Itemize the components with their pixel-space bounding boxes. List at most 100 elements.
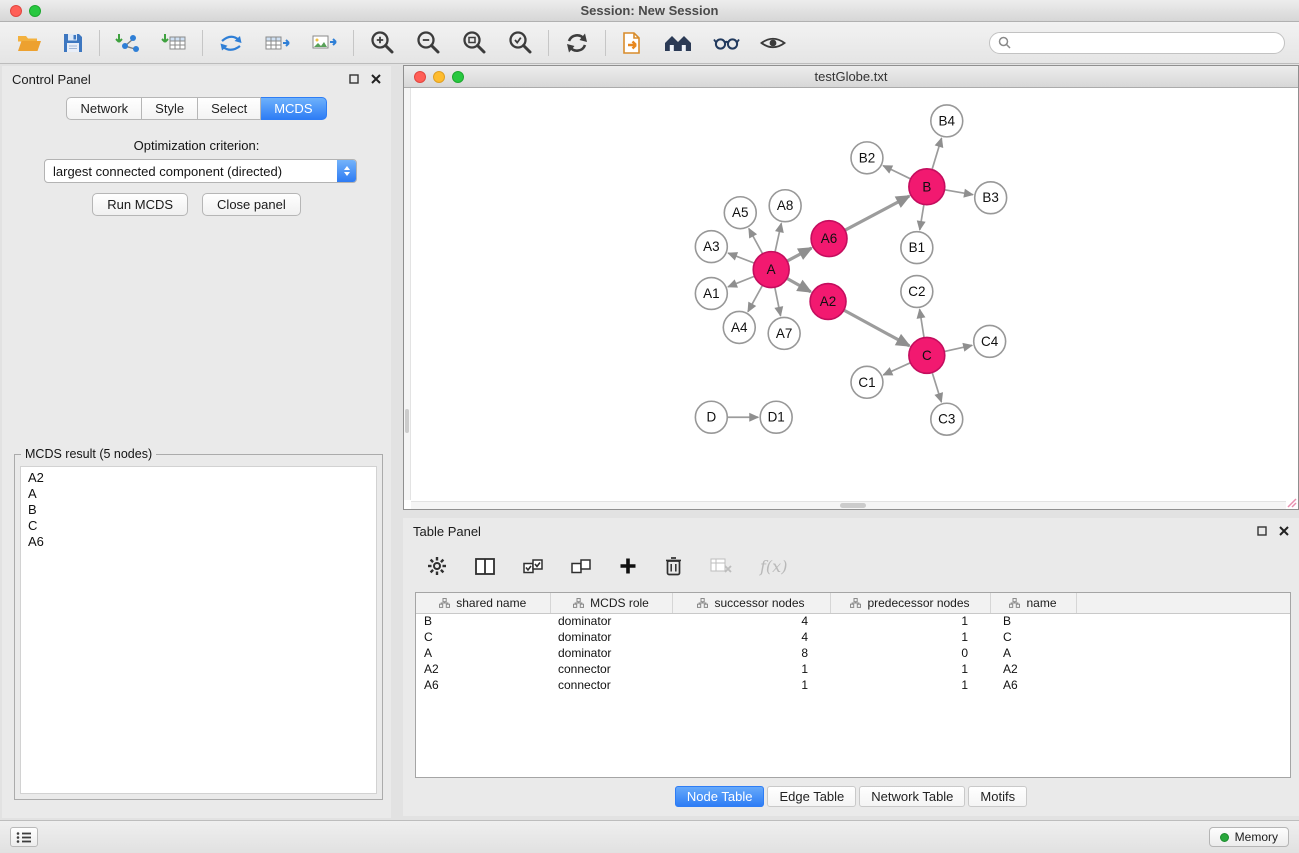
table-cell[interactable]: dominator (550, 645, 672, 661)
graph-edge-C-C2[interactable] (920, 309, 925, 339)
table-cell[interactable]: 1 (672, 677, 830, 693)
zoom-selected-button[interactable] (505, 28, 535, 58)
table-cell[interactable]: 4 (672, 613, 830, 629)
column-header-MCDS-role[interactable]: MCDS role (550, 593, 672, 613)
graph-node-A2[interactable]: A2 (810, 284, 846, 320)
graph-edge-A6-B[interactable] (843, 196, 909, 231)
graph-edge-A-A4[interactable] (748, 284, 764, 312)
table-cell[interactable]: A (990, 645, 1076, 661)
graph-edge-B-B3[interactable] (943, 189, 973, 194)
table-cell[interactable]: dominator (550, 613, 672, 629)
table-cell[interactable]: 1 (830, 677, 990, 693)
graph-node-B3[interactable]: B3 (975, 182, 1007, 214)
column-header-name[interactable]: name (990, 593, 1076, 613)
tab-select[interactable]: Select (198, 97, 261, 120)
add-column-button[interactable] (617, 555, 639, 577)
table-cell[interactable]: dominator (550, 629, 672, 645)
zoom-fit-button[interactable] (459, 28, 489, 58)
graph-node-A4[interactable]: A4 (723, 311, 755, 343)
mcds-result-item[interactable]: B (21, 502, 376, 518)
graph-node-D1[interactable]: D1 (760, 401, 792, 433)
close-window-icon[interactable] (10, 5, 22, 17)
mcds-result-item[interactable]: A2 (21, 470, 376, 486)
tab-edge-table[interactable]: Edge Table (767, 786, 856, 807)
zoom-in-button[interactable] (367, 28, 397, 58)
graph-node-A5[interactable]: A5 (724, 197, 756, 229)
tab-motifs[interactable]: Motifs (968, 786, 1027, 807)
mcds-result-item[interactable]: A (21, 486, 376, 502)
task-history-button[interactable] (10, 827, 38, 847)
mcds-result-item[interactable]: C (21, 518, 376, 534)
graph-node-A1[interactable]: A1 (695, 278, 727, 310)
deselect-all-button[interactable] (569, 556, 593, 577)
graph-node-C3[interactable]: C3 (931, 403, 963, 435)
table-cell[interactable]: A2 (990, 661, 1076, 677)
table-cell[interactable]: C (416, 629, 550, 645)
graphics-details-button[interactable] (711, 31, 742, 55)
table-settings-button[interactable] (425, 554, 449, 578)
table-cell[interactable]: connector (550, 661, 672, 677)
graph-node-C4[interactable]: C4 (974, 325, 1006, 357)
column-header-shared-name[interactable]: shared name (416, 593, 550, 613)
network-canvas[interactable]: B4B2BB3A8A5A6A3B1AC2A1A2A4A7C4CC1C3DD1 (404, 88, 1298, 509)
delete-table-button[interactable] (708, 556, 734, 576)
export-table-button[interactable] (262, 29, 293, 57)
graph-edge-A-A5[interactable] (749, 228, 764, 255)
graph-edge-C-C4[interactable] (942, 345, 972, 352)
import-table-button[interactable] (159, 29, 189, 57)
table-row[interactable]: Bdominator41B (416, 613, 1290, 629)
close-panel-icon[interactable] (371, 74, 381, 84)
tab-network[interactable]: Network (66, 97, 142, 120)
table-cell[interactable]: 1 (830, 613, 990, 629)
run-mcds-button[interactable]: Run MCDS (92, 193, 188, 216)
export-image-button[interactable] (309, 29, 340, 57)
table-row[interactable]: Cdominator41C (416, 629, 1290, 645)
graph-edge-A-A6[interactable] (785, 248, 811, 262)
table-cell[interactable]: B (416, 613, 550, 629)
zoom-window-icon[interactable] (29, 5, 41, 17)
new-network-button[interactable] (216, 29, 246, 57)
table-cell[interactable]: 1 (830, 661, 990, 677)
graph-node-A8[interactable]: A8 (769, 190, 801, 222)
graph-node-A7[interactable]: A7 (768, 317, 800, 349)
graph-edge-C-C1[interactable] (883, 362, 912, 375)
table-cell[interactable]: connector (550, 677, 672, 693)
import-network-button[interactable] (113, 29, 143, 57)
float-panel-icon[interactable] (1257, 526, 1267, 536)
table-row[interactable]: Adominator80A (416, 645, 1290, 661)
graph-node-D[interactable]: D (695, 401, 727, 433)
close-network-window-icon[interactable] (414, 71, 426, 83)
graph-edge-A-A3[interactable] (728, 253, 756, 264)
network-graph[interactable]: B4B2BB3A8A5A6A3B1AC2A1A2A4A7C4CC1C3DD1 (404, 88, 1298, 509)
table-cell[interactable]: 1 (830, 629, 990, 645)
graph-edge-A-A2[interactable] (785, 277, 811, 291)
open-in-browser-button[interactable] (619, 29, 645, 57)
graph-edge-A-A8[interactable] (775, 223, 782, 254)
table-cell[interactable]: 0 (830, 645, 990, 661)
tab-mcds[interactable]: MCDS (261, 97, 326, 120)
delete-column-button[interactable] (663, 554, 684, 578)
graph-node-B4[interactable]: B4 (931, 105, 963, 137)
column-header-predecessor-nodes[interactable]: predecessor nodes (830, 593, 990, 613)
show-columns-button[interactable] (473, 556, 497, 577)
graph-node-C2[interactable]: C2 (901, 276, 933, 308)
canvas-vertical-scrollbar[interactable] (404, 88, 411, 500)
tab-node-table[interactable]: Node Table (675, 786, 765, 807)
float-panel-icon[interactable] (349, 74, 359, 84)
table-cell[interactable]: A6 (416, 677, 550, 693)
table-cell[interactable]: A (416, 645, 550, 661)
table-cell[interactable]: 4 (672, 629, 830, 645)
function-builder-button[interactable]: f(x) (758, 555, 789, 578)
graph-node-B2[interactable]: B2 (851, 142, 883, 174)
graph-node-C[interactable]: C (909, 337, 945, 373)
tab-network-table[interactable]: Network Table (859, 786, 965, 807)
table-row[interactable]: A6connector11A6 (416, 677, 1290, 693)
graph-node-B[interactable]: B (909, 169, 945, 205)
refresh-view-button[interactable] (562, 28, 592, 58)
graph-edge-A-A7[interactable] (774, 285, 780, 316)
save-session-button[interactable] (60, 30, 86, 56)
graph-node-A[interactable]: A (753, 252, 789, 288)
resize-grip-icon[interactable] (1285, 496, 1297, 508)
graph-node-B1[interactable]: B1 (901, 232, 933, 264)
graph-edge-C-C3[interactable] (932, 371, 942, 402)
